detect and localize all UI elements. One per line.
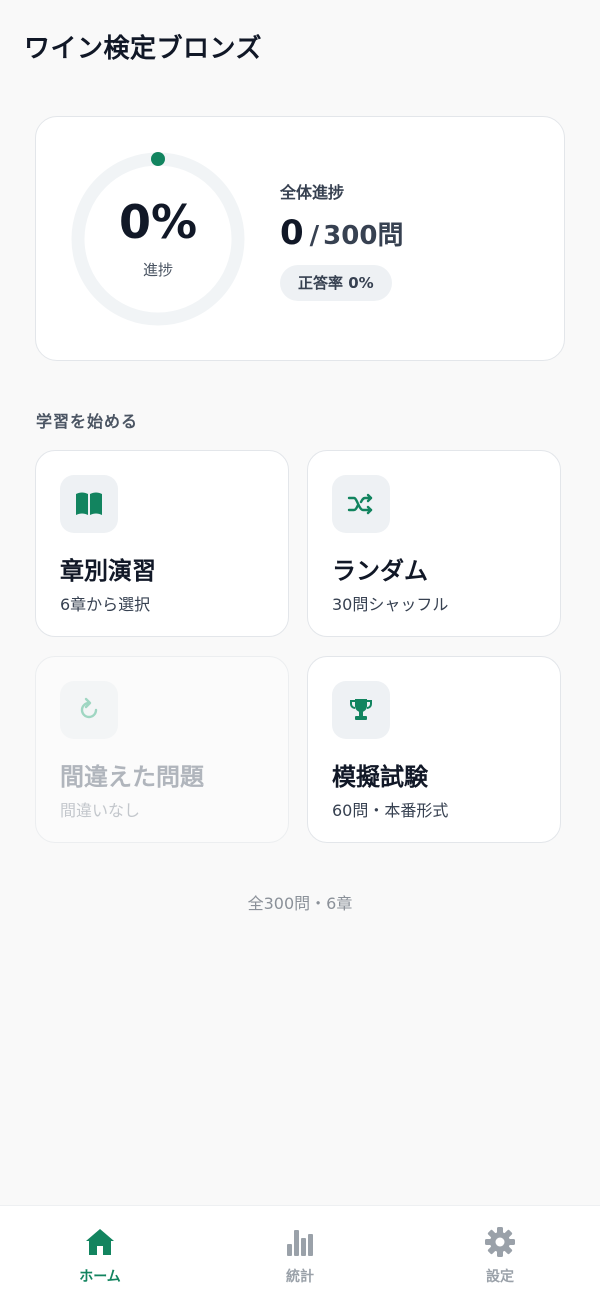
- count-separator: /: [309, 221, 320, 251]
- total-count: 300問: [323, 221, 404, 251]
- progress-percent: 0%: [118, 195, 198, 249]
- tab-label: ホーム: [79, 1269, 121, 1285]
- tab-settings[interactable]: 設定: [400, 1206, 600, 1300]
- question-summary: 全300問・6章: [247, 894, 353, 913]
- tab-stats[interactable]: 統計: [200, 1206, 400, 1300]
- bar-chart-icon: [284, 1226, 316, 1258]
- mode-card-title: 模擬試験: [332, 763, 428, 791]
- mode-card-mistakes: 間違えた問題 間違いなし: [35, 656, 289, 843]
- shuffle-icon: [332, 475, 390, 533]
- tab-label: 設定: [486, 1269, 514, 1285]
- trophy-icon: [332, 681, 390, 739]
- mode-card-chapter[interactable]: 章別演習 6章から選択: [35, 450, 289, 637]
- mode-card-subtitle: 6章から選択: [60, 595, 151, 614]
- mode-card-random[interactable]: ランダム 30問シャッフル: [307, 450, 561, 637]
- mode-card-mock-exam[interactable]: 模擬試験 60問・本番形式: [307, 656, 561, 843]
- progress-ring-label: 進捗: [142, 261, 173, 279]
- mode-card-title: 間違えた問題: [60, 763, 204, 791]
- mode-card-subtitle: 60問・本番形式: [332, 801, 449, 820]
- question-count: 0/300問: [280, 213, 403, 253]
- progress-card: 0% 進捗 全体進捗 0/300問 正答率 0%: [35, 116, 565, 361]
- book-icon: [60, 475, 118, 533]
- tab-label: 統計: [286, 1269, 314, 1285]
- mode-card-title: ランダム: [332, 557, 428, 585]
- gear-icon: [484, 1226, 516, 1258]
- accuracy-badge: 正答率 0%: [280, 265, 392, 301]
- section-title: 学習を始める: [36, 412, 139, 431]
- mode-card-subtitle: 間違いなし: [60, 801, 141, 820]
- progress-ring: 0% 進捗: [70, 151, 246, 327]
- refresh-icon: [60, 681, 118, 739]
- home-icon: [84, 1226, 116, 1258]
- mode-card-subtitle: 30問シャッフル: [332, 595, 449, 614]
- progress-ring-marker: [151, 152, 165, 166]
- bottom-tab-bar: ホーム 統計 設定: [0, 1205, 600, 1300]
- overall-progress-label: 全体進捗: [280, 183, 345, 202]
- answered-count: 0: [280, 213, 304, 253]
- tab-home[interactable]: ホーム: [0, 1206, 200, 1300]
- mode-card-title: 章別演習: [60, 557, 156, 585]
- app-title: ワイン検定ブロンズ: [24, 34, 262, 64]
